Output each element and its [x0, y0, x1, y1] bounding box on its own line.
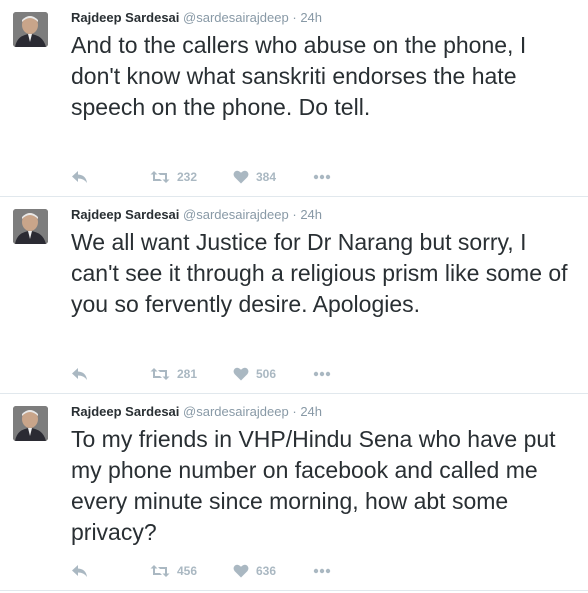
tweet-timeline: Rajdeep Sardesai @sardesairajdeep · 24h …: [0, 0, 588, 591]
author-handle[interactable]: @sardesairajdeep: [183, 207, 289, 222]
tweet-header: Rajdeep Sardesai @sardesairajdeep · 24h: [71, 10, 322, 26]
more-button[interactable]: [313, 168, 331, 186]
tweet-actions: 281 506: [71, 365, 371, 383]
heart-icon: [233, 367, 249, 381]
author-name[interactable]: Rajdeep Sardesai: [71, 10, 179, 25]
reply-icon: [72, 171, 87, 183]
retweet-button[interactable]: 281: [150, 365, 197, 383]
tweet-header: Rajdeep Sardesai @sardesairajdeep · 24h: [71, 404, 322, 420]
more-button[interactable]: [313, 365, 331, 383]
reply-button[interactable]: [71, 168, 89, 186]
author-handle[interactable]: @sardesairajdeep: [183, 404, 289, 419]
avatar[interactable]: [13, 406, 48, 441]
author-name[interactable]: Rajdeep Sardesai: [71, 404, 179, 419]
like-button[interactable]: 506: [233, 365, 276, 383]
heart-icon: [233, 564, 249, 578]
retweet-button[interactable]: 456: [150, 562, 197, 580]
more-dots-icon: [313, 568, 331, 574]
like-count: 636: [256, 564, 277, 578]
avatar[interactable]: [13, 12, 48, 47]
timestamp[interactable]: 24h: [300, 10, 322, 25]
retweet-icon: [150, 368, 170, 380]
reply-button[interactable]: [71, 562, 89, 580]
retweet-icon: [150, 565, 170, 577]
author-name[interactable]: Rajdeep Sardesai: [71, 207, 179, 222]
tweet-actions: 456 636: [71, 562, 371, 580]
tweet-header: Rajdeep Sardesai @sardesairajdeep · 24h: [71, 207, 322, 223]
retweet-count: 281: [177, 367, 198, 381]
separator: ·: [292, 404, 297, 419]
tweet-actions: 232 384: [71, 168, 371, 186]
timestamp[interactable]: 24h: [300, 404, 322, 419]
like-button[interactable]: 384: [233, 168, 276, 186]
author-handle[interactable]: @sardesairajdeep: [183, 10, 289, 25]
retweet-count: 456: [177, 564, 198, 578]
separator: ·: [292, 10, 297, 25]
like-count: 384: [256, 170, 277, 184]
avatar[interactable]: [13, 209, 48, 244]
like-count: 506: [256, 367, 277, 381]
more-dots-icon: [313, 371, 331, 377]
tweet[interactable]: Rajdeep Sardesai @sardesairajdeep · 24h …: [0, 0, 588, 197]
tweet[interactable]: Rajdeep Sardesai @sardesairajdeep · 24h …: [0, 394, 588, 591]
like-button[interactable]: 636: [233, 562, 276, 580]
reply-icon: [72, 565, 87, 577]
tweet-text: And to the callers who abuse on the phon…: [71, 32, 527, 120]
timestamp[interactable]: 24h: [300, 207, 322, 222]
retweet-button[interactable]: 232: [150, 168, 197, 186]
profile-photo-icon: [13, 209, 48, 244]
more-button[interactable]: [313, 562, 331, 580]
separator: ·: [292, 207, 297, 222]
more-dots-icon: [313, 174, 331, 180]
tweet-text: To my friends in VHP/Hindu Sena who have…: [71, 426, 556, 545]
heart-icon: [233, 170, 249, 184]
tweet[interactable]: Rajdeep Sardesai @sardesairajdeep · 24h …: [0, 197, 588, 394]
profile-photo-icon: [13, 12, 48, 47]
retweet-count: 232: [177, 170, 198, 184]
tweet-text: We all want Justice for Dr Narang but so…: [71, 229, 568, 317]
reply-icon: [72, 368, 87, 380]
profile-photo-icon: [13, 406, 48, 441]
retweet-icon: [150, 171, 170, 183]
reply-button[interactable]: [71, 365, 89, 383]
